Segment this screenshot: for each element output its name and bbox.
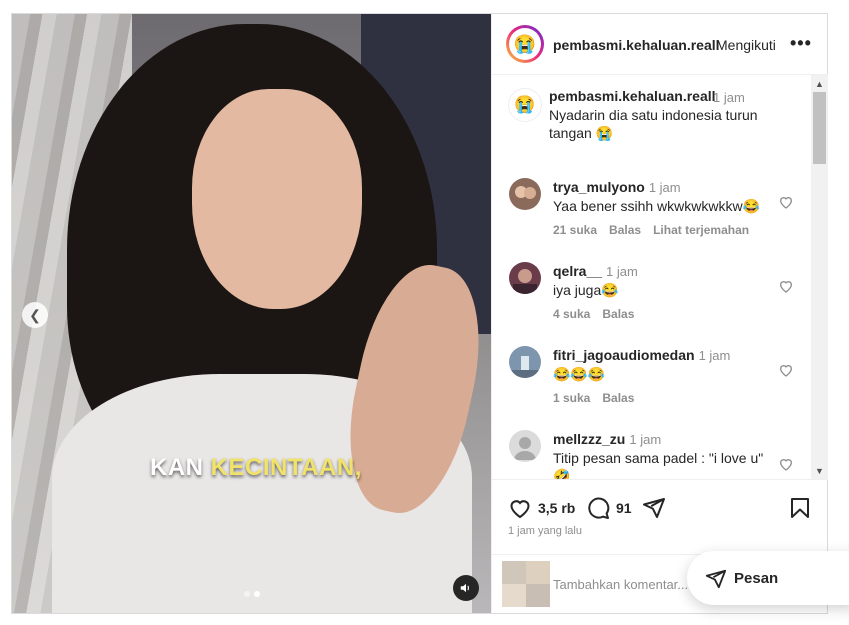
- add-comment-input[interactable]: Tambahkan komentar...: [553, 577, 688, 592]
- comment-item: trya_mulyono 1 jam Yaa bener ssihh wkwkwk…: [492, 178, 811, 258]
- carousel-dot-active: [254, 591, 260, 597]
- comment-likes[interactable]: 4 suka: [553, 307, 590, 321]
- header-username[interactable]: pembasmi.kehaluan.reall: [553, 37, 720, 53]
- reply-button[interactable]: Balas: [609, 223, 641, 237]
- speaker-icon: [460, 583, 469, 593]
- comments-scrollbar[interactable]: ▲ ▼: [811, 75, 828, 479]
- heart-icon[interactable]: [778, 194, 794, 210]
- comments-section: 😭 pembasmi.kehaluan.reall 1 jam Nyadarin…: [492, 75, 828, 479]
- avatar-image: 😭: [509, 28, 541, 60]
- messages-button[interactable]: Pesan: [687, 551, 849, 605]
- instagram-post: KAN KECINTAAN, ❮ 😭 pembasmi.kehaluan.rea…: [11, 13, 828, 614]
- comment-bubble-icon[interactable]: [586, 496, 610, 520]
- translate-link[interactable]: Lihat terjemahan: [653, 223, 749, 237]
- comment-meta: 4 suka Balas: [553, 307, 634, 321]
- media-person-face: [192, 89, 362, 309]
- comment-username[interactable]: trya_mulyono 1 jam: [553, 179, 681, 195]
- header-avatar[interactable]: 😭: [506, 25, 544, 63]
- messages-label: Pesan: [734, 570, 779, 587]
- caption-time: 1 jam: [713, 90, 745, 105]
- share-paper-plane-icon[interactable]: [642, 496, 666, 520]
- comment-avatar[interactable]: [509, 262, 541, 294]
- reply-button[interactable]: Balas: [602, 391, 634, 405]
- carousel-dot: [244, 591, 250, 597]
- like-count[interactable]: 3,5 rb: [538, 500, 575, 516]
- post-media[interactable]: KAN KECINTAAN, ❮: [12, 14, 491, 613]
- comment-likes[interactable]: 21 suka: [553, 223, 597, 237]
- comment-username[interactable]: qelra__ 1 jam: [553, 263, 638, 279]
- heart-icon[interactable]: [778, 362, 794, 378]
- post-time-ago: 1 jam yang lalu: [508, 525, 582, 537]
- comment-text: Yaa bener ssihh wkwkwkwkkw😂: [553, 198, 761, 214]
- comment-count[interactable]: 91: [616, 500, 632, 516]
- comment-time: 1 jam: [629, 432, 662, 447]
- comment-item: qelra__ 1 jam iya juga😂 4 suka Balas: [492, 262, 811, 342]
- comment-avatar[interactable]: [509, 178, 541, 210]
- subtitle-word-yellow: KECINTAAN,: [210, 454, 362, 481]
- scrollbar-thumb[interactable]: [813, 92, 826, 164]
- comment-text: 😂😂😂: [553, 366, 606, 382]
- comment-username[interactable]: fitri_jagoaudiomedan 1 jam: [553, 347, 730, 363]
- subtitle-word-white: KAN: [150, 454, 211, 481]
- comment-text: Titip pesan sama padel : "i love u" 🤣: [553, 450, 764, 479]
- user-avatar-thumbnail: [502, 561, 550, 607]
- comment-meta: 1 suka Balas: [553, 391, 634, 405]
- caption-text: Nyadarin dia satu indonesia turun tangan…: [549, 107, 758, 141]
- video-subtitle: KAN KECINTAAN,: [150, 454, 362, 482]
- caption-username[interactable]: pembasmi.kehaluan.reall: [549, 88, 716, 104]
- comment-time: 1 jam: [606, 264, 638, 279]
- comment-item: mellzzz_zu 1 jam Titip pesan sama padel :…: [492, 430, 811, 479]
- comment-text: iya juga😂: [553, 282, 619, 298]
- chevron-left-icon: ❮: [29, 306, 41, 323]
- bookmark-icon[interactable]: [788, 496, 812, 520]
- scroll-up-arrow-icon[interactable]: ▲: [811, 75, 828, 92]
- caption-avatar[interactable]: 😭: [508, 88, 542, 122]
- heart-icon[interactable]: [778, 456, 794, 472]
- comment-likes[interactable]: 1 suka: [553, 391, 590, 405]
- comment-avatar[interactable]: [509, 430, 541, 462]
- paper-plane-icon: [705, 569, 727, 589]
- carousel-dots: [244, 591, 260, 597]
- comment-username[interactable]: mellzzz_zu 1 jam: [553, 431, 661, 447]
- more-options-icon[interactable]: •••: [790, 33, 812, 54]
- heart-icon[interactable]: [778, 278, 794, 294]
- comment-item: fitri_jagoaudiomedan 1 jam 😂😂😂 1 suka Bal…: [492, 346, 811, 426]
- scroll-down-arrow-icon[interactable]: ▼: [811, 462, 828, 479]
- audio-toggle-button[interactable]: [453, 575, 479, 601]
- post-header: 😭 pembasmi.kehaluan.reall Mengikuti •••: [492, 14, 828, 75]
- comment-time: 1 jam: [698, 348, 731, 363]
- reply-button[interactable]: Balas: [602, 307, 634, 321]
- like-heart-icon[interactable]: [508, 496, 532, 520]
- comment-meta: 21 suka Balas Lihat terjemahan: [553, 223, 749, 237]
- post-sidebar: 😭 pembasmi.kehaluan.reall Mengikuti ••• …: [491, 14, 828, 613]
- prev-slide-button[interactable]: ❮: [22, 302, 48, 328]
- comment-avatar[interactable]: [509, 346, 541, 378]
- comment-time: 1 jam: [648, 180, 681, 195]
- following-button[interactable]: Mengikuti: [716, 37, 776, 53]
